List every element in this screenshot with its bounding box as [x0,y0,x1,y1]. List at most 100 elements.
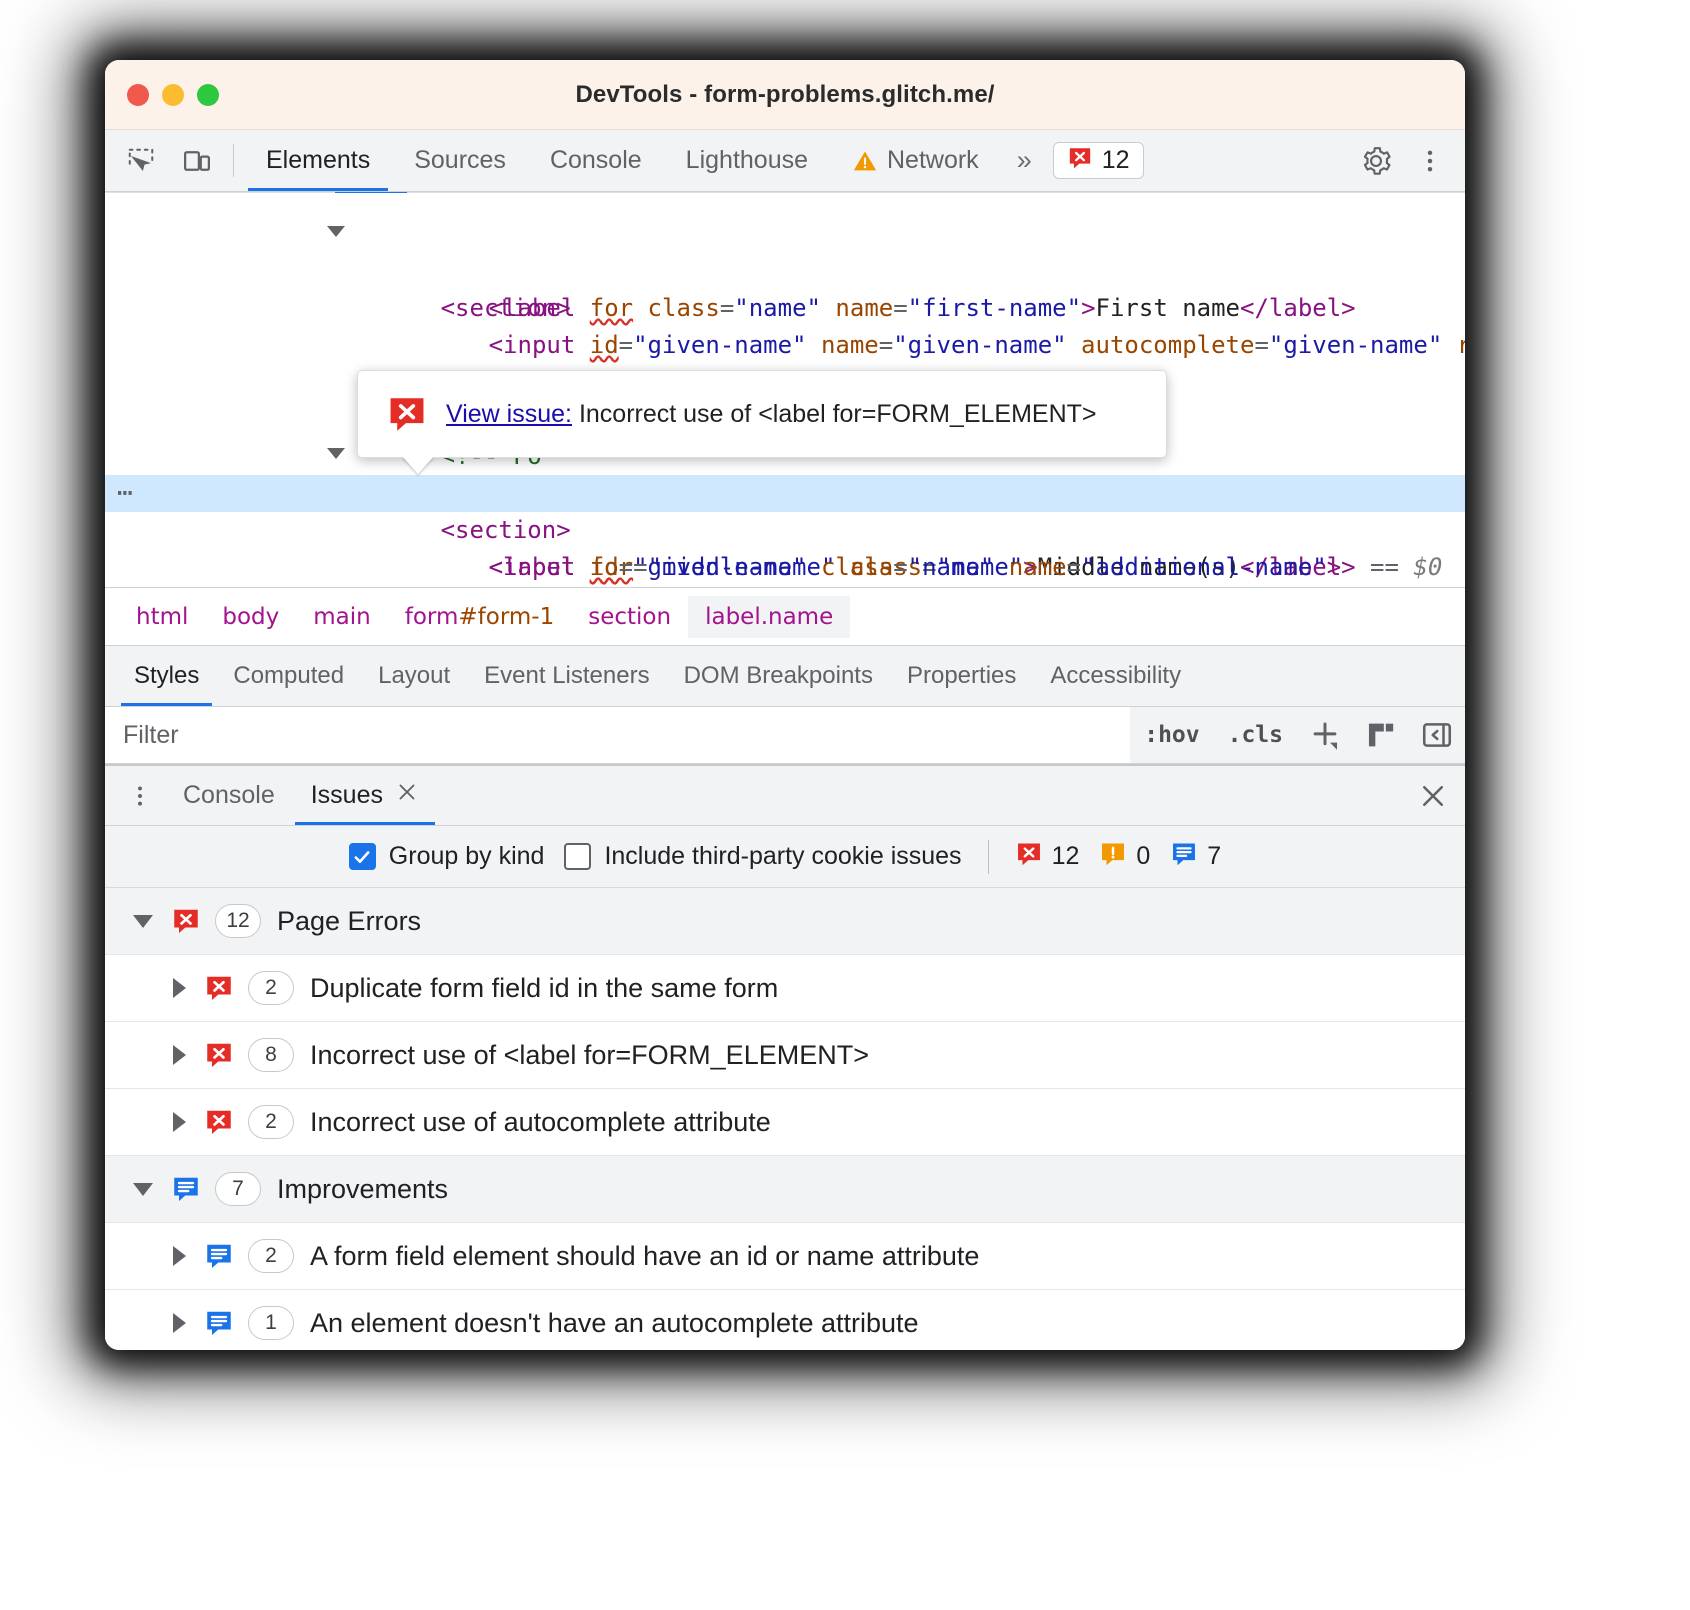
dom-row-input-given-name[interactable]: <input id="given-name" name="given-name"… [105,290,1465,327]
group-by-kind-checkbox[interactable]: Group by kind [349,842,545,871]
more-tabs-label: » [1017,145,1029,176]
issue-tooltip[interactable]: View issue: Incorrect use of <label for=… [357,370,1167,458]
error-badge-icon [171,906,201,936]
window-title: DevTools - form-problems.glitch.me/ [105,81,1465,109]
tab-computed[interactable]: Computed [216,646,361,706]
issue-group-page-errors[interactable]: 12 Page Errors [105,888,1465,955]
scrolled-tab-indicator [335,192,407,193]
dom-row-input-placeholder-wrap[interactable]: placeholder="given name"> [105,327,1465,364]
collapse-twisty-icon[interactable] [133,915,153,928]
toggle-sidebar-icon[interactable] [1409,707,1465,763]
issue-item-incorrect-autocomplete[interactable]: 2 Incorrect use of autocomplete attribut… [105,1089,1465,1156]
error-badge-icon [1067,145,1093,176]
expand-twisty-icon[interactable] [173,1313,186,1333]
breadcrumb-item-label-name[interactable]: label.name [688,596,850,638]
window-titlebar: DevTools - form-problems.glitch.me/ [105,60,1465,130]
settings-gear-icon[interactable] [1349,134,1403,188]
dom-row-selected-label-middle-name[interactable]: ⋯ <label for="middle-name" class="name">… [105,475,1465,512]
error-count-value: 12 [1102,146,1130,175]
maximize-window-button[interactable] [197,84,219,106]
drawer-tab-console[interactable]: Console [165,766,293,825]
tab-layout-label: Layout [378,662,450,690]
dom-tree-panel[interactable]: <section> <label for class="name" name="… [105,192,1465,587]
force-state-button[interactable]: :hov [1130,722,1213,748]
issue-count-badge: 8 [248,1038,294,1072]
close-window-button[interactable] [127,84,149,106]
error-count-value: 12 [1052,842,1080,871]
error-badge-icon [204,1107,234,1137]
more-tabs-button[interactable]: » [1001,130,1045,191]
issue-item-form-field-id-or-name[interactable]: 2 A form field element should have an id… [105,1223,1465,1290]
tab-layout[interactable]: Layout [361,646,467,706]
issue-item-title: Incorrect use of <label for=FORM_ELEMENT… [310,1040,869,1071]
row-actions-icon[interactable]: ⋯ [117,475,135,512]
third-party-cookies-checkbox[interactable]: Include third-party cookie issues [564,842,961,871]
expand-twisty-icon[interactable] [173,1045,186,1065]
tab-styles[interactable]: Styles [117,646,216,706]
collapse-twisty-icon[interactable] [133,1183,153,1196]
expand-twisty-icon[interactable] [173,1246,186,1266]
issue-group-improvements[interactable]: 7 Improvements [105,1156,1465,1223]
info-badge-icon [204,1308,234,1338]
tab-elements[interactable]: Elements [244,130,392,191]
breadcrumb-item-body[interactable]: body [205,596,296,638]
error-count-badge[interactable]: 12 [1053,142,1144,179]
dom-row-label-first-name[interactable]: <label for class="name" name="first-name… [105,253,1465,290]
breadcrumb: html body main form#form-1 section label… [105,587,1465,645]
minimize-window-button[interactable] [162,84,184,106]
view-issue-link[interactable]: View issue: [446,400,572,428]
breadcrumb-item-section[interactable]: section [571,596,688,638]
devtools-toolbar: Elements Sources Console Lighthouse [105,130,1465,192]
warning-count-value: 0 [1136,842,1150,871]
tab-console[interactable]: Console [528,130,664,191]
devtools-drawer: Console Issues [105,764,1465,1350]
drawer-tab-issues[interactable]: Issues [293,766,437,825]
close-drawer-button[interactable] [1401,766,1465,825]
counter-errors[interactable]: 12 [1015,840,1080,873]
expand-twisty-icon[interactable] [327,226,345,237]
close-tab-icon[interactable] [395,780,419,811]
tab-accessibility[interactable]: Accessibility [1033,646,1198,706]
expand-twisty-icon[interactable] [173,1112,186,1132]
tab-network-label: Network [887,146,979,175]
traffic-light-buttons [127,84,219,106]
tab-lighthouse[interactable]: Lighthouse [664,130,830,191]
dom-row-input-additional-name[interactable]: <input id="given-name" class="name" name… [105,512,1465,549]
more-vertical-icon[interactable] [1403,134,1457,188]
tab-event-listeners[interactable]: Event Listeners [467,646,666,706]
issue-item-duplicate-form-field-id[interactable]: 2 Duplicate form field id in the same fo… [105,955,1465,1022]
issue-item-incorrect-label-for[interactable]: 8 Incorrect use of <label for=FORM_ELEME… [105,1022,1465,1089]
expand-twisty-icon[interactable] [327,448,345,459]
element-classes-button[interactable]: .cls [1214,722,1297,748]
drawer-more-vertical-icon[interactable] [115,766,165,825]
dom-row-section-open-1[interactable]: <section> [105,216,1465,253]
tab-event-listeners-label: Event Listeners [484,662,649,690]
options-divider [988,840,989,874]
info-badge-icon [204,1241,234,1271]
issue-item-missing-autocomplete[interactable]: 1 An element doesn't have an autocomplet… [105,1290,1465,1350]
drawer-tab-console-label: Console [183,781,275,810]
tab-styles-label: Styles [134,662,199,690]
breadcrumb-item-html[interactable]: html [119,596,205,638]
tab-network[interactable]: Network [830,130,1001,191]
new-style-rule-icon[interactable] [1297,707,1353,763]
info-count-value: 7 [1207,842,1221,871]
breadcrumb-item-form[interactable]: form#form-1 [388,596,571,638]
error-badge-icon [1015,840,1043,873]
tab-properties[interactable]: Properties [890,646,1033,706]
drawer-tab-issues-label: Issues [311,781,383,810]
computed-style-icon[interactable] [1353,707,1409,763]
breadcrumb-item-main[interactable]: main [296,596,387,638]
breadcrumb-label: form [405,604,459,630]
tab-dom-breakpoints[interactable]: DOM Breakpoints [667,646,890,706]
expand-twisty-icon[interactable] [173,978,186,998]
search-input[interactable] [105,707,1130,763]
dom-row-section-close-2[interactable]: </section> [105,549,1465,586]
issue-tooltip-message: Incorrect use of <label for=FORM_ELEMENT… [579,400,1097,428]
device-toolbar-icon[interactable] [169,130,225,191]
tab-sources[interactable]: Sources [392,130,528,191]
inspect-element-icon[interactable] [113,130,169,191]
counter-info[interactable]: 7 [1170,840,1221,873]
counter-warnings[interactable]: 0 [1099,840,1150,873]
info-badge-icon [1170,840,1198,873]
